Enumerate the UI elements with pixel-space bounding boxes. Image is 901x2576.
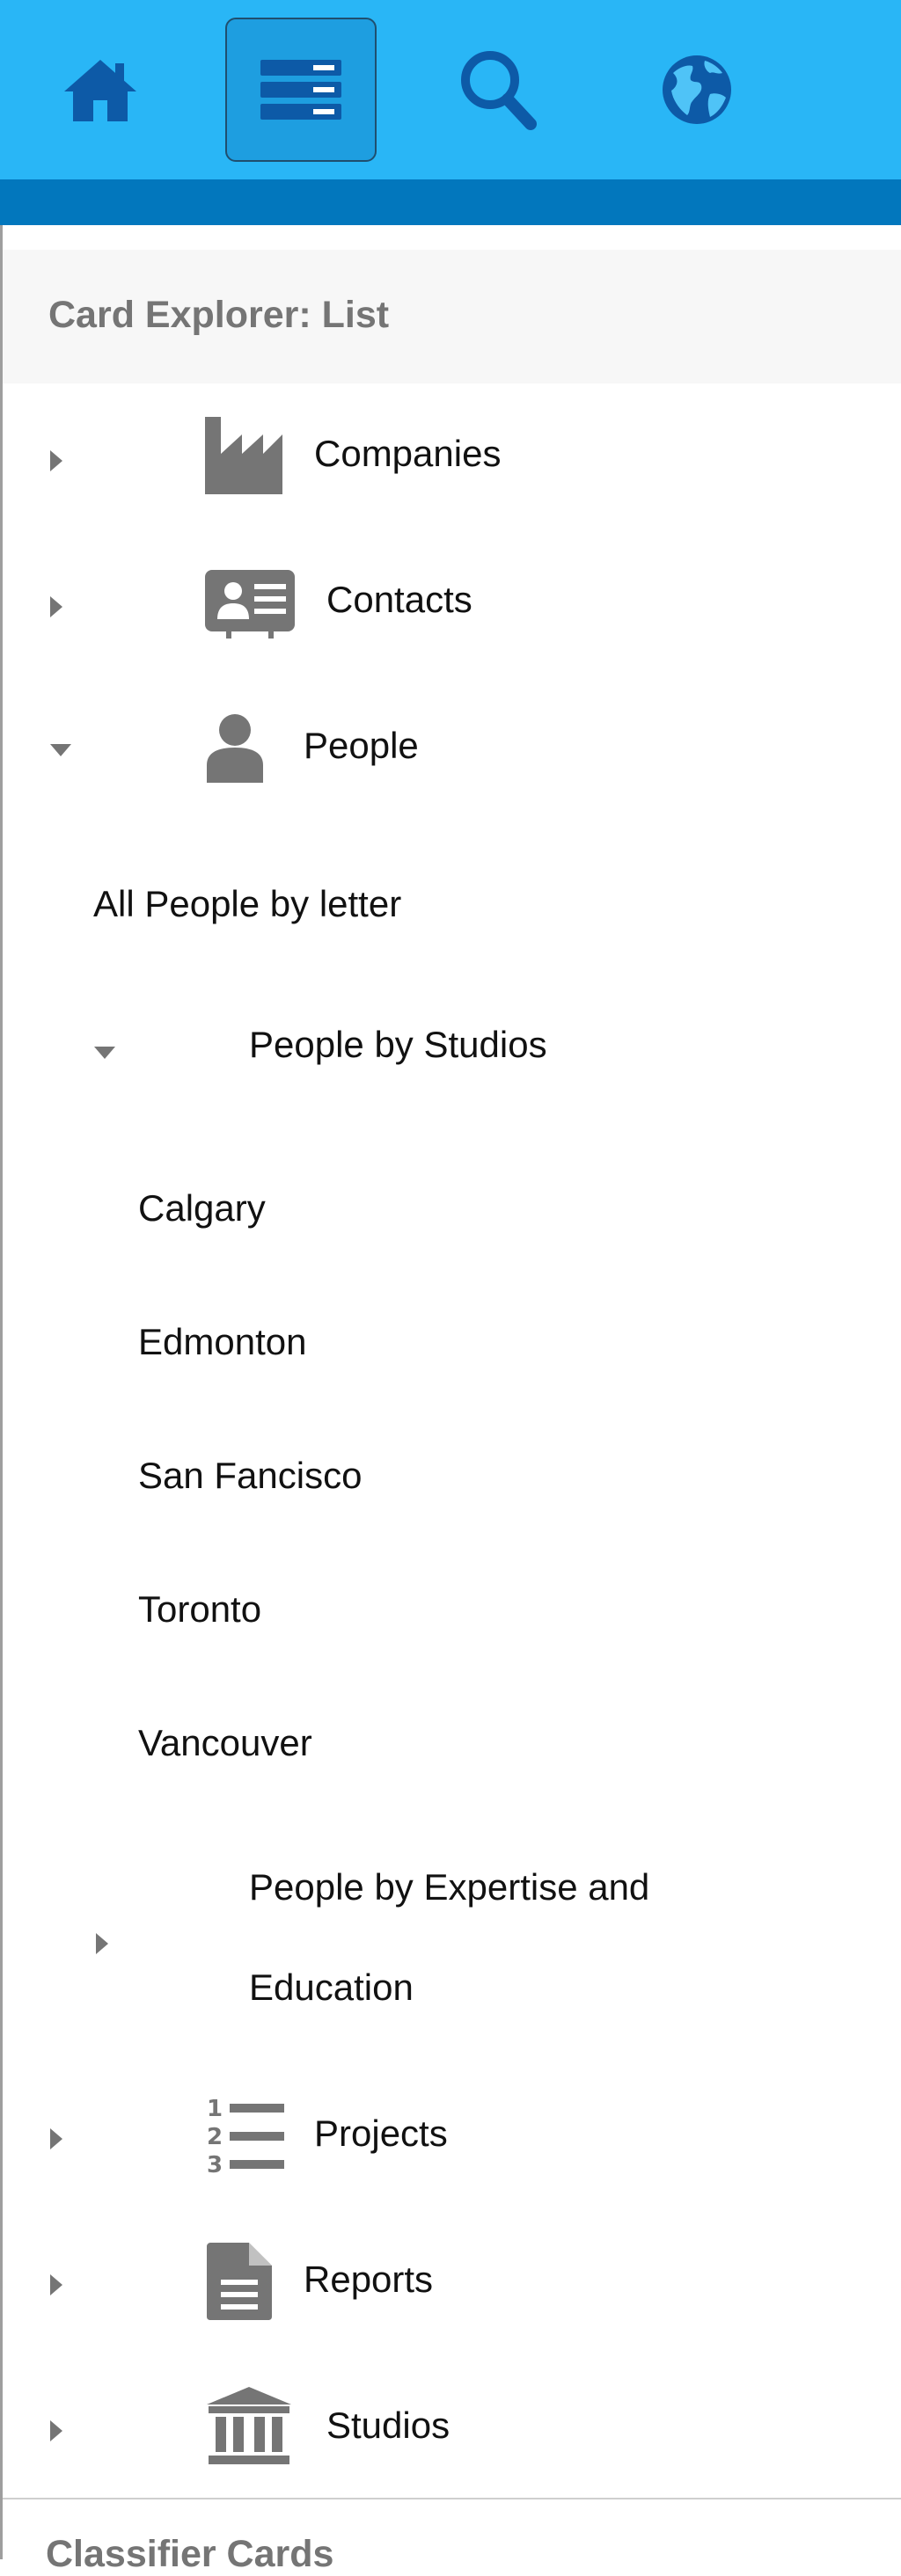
tree-item-label: People by Studios xyxy=(249,1024,547,1065)
tree-item-projects[interactable]: 1 2 3 Projects xyxy=(3,2063,901,2209)
caret-right-icon[interactable] xyxy=(48,2127,64,2151)
home-icon xyxy=(64,60,136,121)
tree-item-contacts[interactable]: Contacts xyxy=(3,529,901,675)
tree-item-label-line1: People by Expertise and xyxy=(249,1866,650,1908)
tree-item-label: Edmonton xyxy=(138,1321,307,1362)
caret-down-icon[interactable] xyxy=(92,1045,117,1061)
panel-header: Card Explorer: List xyxy=(3,250,901,383)
top-toolbar xyxy=(0,0,901,179)
home-button[interactable] xyxy=(25,18,176,162)
person-icon xyxy=(207,714,263,783)
tree-item-label: Calgary xyxy=(138,1187,266,1229)
panel-title: Card Explorer: List xyxy=(48,294,390,336)
tree-item-label: Projects xyxy=(314,2113,448,2154)
search-icon xyxy=(461,51,537,130)
list-view-button[interactable] xyxy=(225,18,377,162)
tree-item-vancouver[interactable]: Vancouver xyxy=(3,1680,901,1813)
contact-card-icon xyxy=(205,570,295,639)
caret-down-icon[interactable] xyxy=(48,742,73,758)
tree-item-label: Contacts xyxy=(326,579,472,620)
factory-icon xyxy=(205,417,282,494)
caret-right-icon[interactable] xyxy=(48,449,64,473)
caret-right-icon[interactable] xyxy=(48,595,64,619)
tree-item-label: Studios xyxy=(326,2405,450,2446)
svg-text:1: 1 xyxy=(207,2096,223,2122)
search-button[interactable] xyxy=(422,18,574,162)
tree-item-label: Reports xyxy=(304,2259,434,2300)
tree-item-studios[interactable]: Studios xyxy=(3,2355,901,2501)
svg-text:3: 3 xyxy=(207,2152,223,2176)
institution-icon xyxy=(207,2387,291,2464)
caret-right-icon[interactable] xyxy=(48,2273,64,2297)
tree-item-people-by-expertise[interactable]: People by Expertise and Education xyxy=(3,1835,901,2049)
toolbar-accent-strip xyxy=(0,179,901,225)
caret-right-icon[interactable] xyxy=(48,2419,64,2443)
tree-item-label: Toronto xyxy=(138,1588,262,1630)
tree-item-calgary[interactable]: Calgary xyxy=(3,1145,901,1279)
tree-item-label: Vancouver xyxy=(138,1722,312,1763)
tree-item-edmonton[interactable]: Edmonton xyxy=(3,1279,901,1412)
numbered-list-icon: 1 2 3 xyxy=(207,2096,284,2176)
globe-button[interactable] xyxy=(621,18,773,162)
tree-item-all-people-by-letter[interactable]: All People by letter xyxy=(3,839,901,980)
tree-item-san-francisco[interactable]: San Fancisco xyxy=(3,1412,901,1546)
server-list-icon xyxy=(260,60,341,120)
tree-item-reports[interactable]: Reports xyxy=(3,2209,901,2355)
globe-icon xyxy=(663,55,731,124)
tree-item-people-by-studios[interactable]: People by Studios xyxy=(3,980,901,1120)
tree-item-toronto[interactable]: Toronto xyxy=(3,1546,901,1680)
tree-item-people[interactable]: People xyxy=(3,675,901,821)
tree-item-label: San Fancisco xyxy=(138,1455,363,1496)
tree-item-label: People xyxy=(304,725,419,766)
section-divider xyxy=(3,2498,901,2499)
tree-item-companies[interactable]: Companies xyxy=(3,383,901,529)
tree-item-label-line2: Education xyxy=(249,1967,414,2008)
document-icon xyxy=(207,2243,272,2320)
tree-item-label: Companies xyxy=(314,433,502,474)
next-section-title: Classifier Cards xyxy=(46,2533,334,2575)
tree-item-label: All People by letter xyxy=(93,883,402,924)
svg-text:2: 2 xyxy=(207,2124,223,2150)
caret-right-icon[interactable] xyxy=(94,1931,110,1956)
